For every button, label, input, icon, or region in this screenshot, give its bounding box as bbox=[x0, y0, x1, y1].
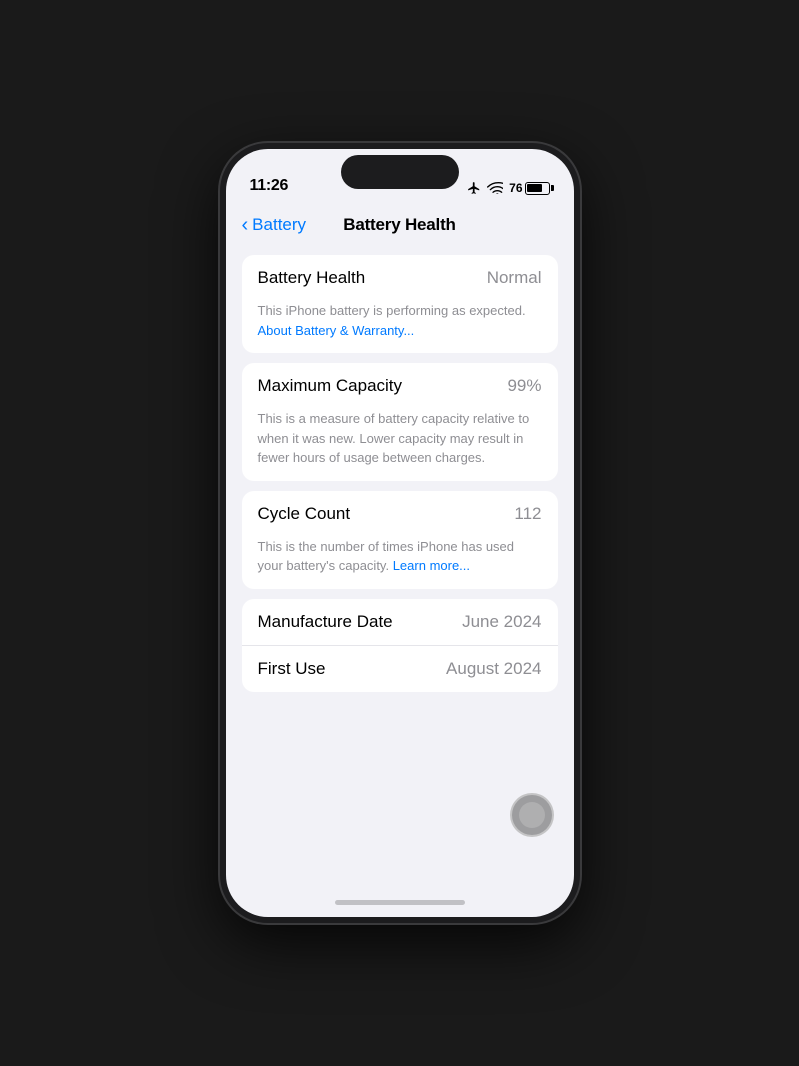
manufacture-date-row: Manufacture Date June 2024 bbox=[242, 599, 558, 645]
battery-indicator: 76 bbox=[509, 181, 549, 195]
battery-icon bbox=[525, 182, 550, 195]
nav-title: Battery Health bbox=[343, 215, 455, 235]
maximum-capacity-row: Maximum Capacity 99% bbox=[242, 363, 558, 409]
learn-more-link[interactable]: Learn more... bbox=[393, 558, 470, 573]
dates-card: Manufacture Date June 2024 First Use Aug… bbox=[242, 599, 558, 692]
assistive-touch-inner bbox=[519, 802, 545, 828]
battery-health-description: This iPhone battery is performing as exp… bbox=[242, 301, 558, 353]
cycle-count-card: Cycle Count 112 This is the number of ti… bbox=[242, 491, 558, 589]
home-indicator[interactable] bbox=[226, 887, 574, 917]
phone-wrapper: 11:26 76 bbox=[220, 143, 580, 923]
status-icons: 76 bbox=[467, 181, 549, 195]
content-area: Battery Health Normal This iPhone batter… bbox=[226, 247, 574, 887]
cycle-count-desc-text: This is the number of times iPhone has u… bbox=[258, 539, 515, 574]
nav-bar: ‹ Battery Battery Health bbox=[226, 203, 574, 247]
max-capacity-label: Maximum Capacity bbox=[258, 376, 403, 396]
battery-health-row: Battery Health Normal bbox=[242, 255, 558, 301]
airplane-icon bbox=[467, 181, 481, 195]
cycle-count-row: Cycle Count 112 bbox=[242, 491, 558, 537]
battery-health-label: Battery Health bbox=[258, 268, 366, 288]
wifi-icon bbox=[487, 182, 503, 194]
first-use-value: August 2024 bbox=[446, 659, 541, 679]
first-use-row: First Use August 2024 bbox=[242, 645, 558, 692]
battery-percent: 76 bbox=[509, 181, 522, 195]
battery-warranty-link[interactable]: About Battery & Warranty... bbox=[258, 323, 415, 338]
cycle-count-label: Cycle Count bbox=[258, 504, 351, 524]
cycle-count-description: This is the number of times iPhone has u… bbox=[242, 537, 558, 589]
max-capacity-description: This is a measure of battery capacity re… bbox=[242, 409, 558, 481]
cycle-count-value: 112 bbox=[514, 504, 541, 524]
assistive-touch-button[interactable] bbox=[510, 793, 554, 837]
dynamic-island bbox=[341, 155, 459, 189]
phone-screen: 11:26 76 bbox=[226, 149, 574, 917]
battery-health-desc-text: This iPhone battery is performing as exp… bbox=[258, 303, 526, 318]
max-capacity-desc-text: This is a measure of battery capacity re… bbox=[258, 411, 530, 465]
back-chevron-icon: ‹ bbox=[242, 215, 249, 235]
battery-health-card: Battery Health Normal This iPhone batter… bbox=[242, 255, 558, 353]
first-use-label: First Use bbox=[258, 659, 326, 679]
home-bar bbox=[335, 900, 465, 905]
manufacture-date-value: June 2024 bbox=[462, 612, 541, 632]
max-capacity-value: 99% bbox=[507, 376, 541, 396]
manufacture-date-label: Manufacture Date bbox=[258, 612, 393, 632]
phone-frame: 11:26 76 bbox=[220, 143, 580, 923]
maximum-capacity-card: Maximum Capacity 99% This is a measure o… bbox=[242, 363, 558, 481]
battery-health-value: Normal bbox=[487, 268, 542, 288]
back-label: Battery bbox=[252, 215, 306, 235]
back-button[interactable]: ‹ Battery bbox=[242, 215, 307, 235]
status-time: 11:26 bbox=[250, 177, 289, 195]
battery-fill bbox=[527, 184, 542, 192]
